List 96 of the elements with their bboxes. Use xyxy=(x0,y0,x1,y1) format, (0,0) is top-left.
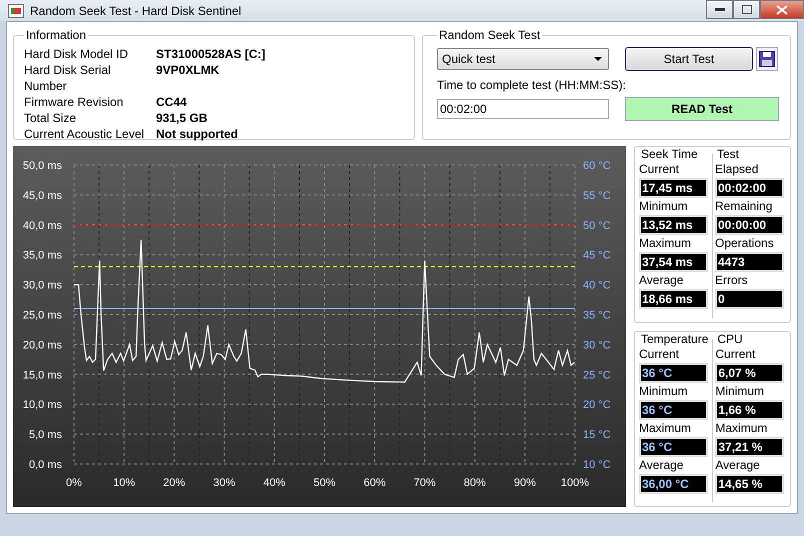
y-axis-label: 15,0 ms xyxy=(22,369,62,382)
temperature-axis-label: 20 °C xyxy=(583,399,611,412)
stat-label: Errors xyxy=(715,272,749,289)
stat-value: 13,52 ms xyxy=(639,215,708,235)
stat-value: 36 °C xyxy=(639,436,708,456)
minimize-button[interactable] xyxy=(706,0,733,19)
group-title: Information xyxy=(25,28,88,42)
y-axis-label: 20,0 ms xyxy=(22,339,62,352)
x-axis-label: 60% xyxy=(364,477,386,489)
stat-label: Minimum xyxy=(715,382,766,400)
y-axis-label: 35,0 ms xyxy=(22,250,62,262)
info-value: ST31000528AS [C:] xyxy=(156,46,266,62)
time-field[interactable]: 00:02:00 xyxy=(437,99,609,119)
temperature-axis-label: 30 °C xyxy=(583,339,611,352)
x-axis-label: 10% xyxy=(113,477,136,489)
x-axis-label: 30% xyxy=(213,477,236,489)
stat-label: Current xyxy=(639,161,680,178)
stat-value: 37,21 % xyxy=(715,436,784,456)
temperature-axis-label: 40 °C xyxy=(583,280,611,292)
stat-label: Maximum xyxy=(639,420,692,436)
info-label: Hard Disk Serial Number xyxy=(24,62,112,94)
stat-label: Average xyxy=(639,272,684,289)
stat-value: 1,66 % xyxy=(715,400,784,420)
stat-value: 00:02:00 xyxy=(715,178,784,198)
stat-label: Operations xyxy=(715,235,775,252)
y-axis-label: 50,0 ms xyxy=(22,160,62,172)
y-axis-label: 5,0 ms xyxy=(28,429,62,442)
maximize-button[interactable] xyxy=(733,0,760,19)
x-axis-label: 80% xyxy=(464,477,486,489)
group-title: Random Seek Test xyxy=(438,28,542,42)
caret-icon xyxy=(594,57,602,61)
stat-value: 17,45 ms xyxy=(639,178,708,198)
stat-label: Average xyxy=(715,456,761,474)
y-axis-label: 40,0 ms xyxy=(22,220,62,232)
temperature-axis-label: 50 °C xyxy=(583,220,611,232)
stat-value: 37,54 ms xyxy=(639,252,708,272)
y-axis-label: 10,0 ms xyxy=(22,399,62,412)
stat-label: Minimum xyxy=(639,382,689,400)
temperature-axis-label: 10 °C xyxy=(583,459,611,471)
maximize-icon xyxy=(742,5,752,14)
minimize-icon xyxy=(714,8,724,12)
info-label: Hard Disk Model ID xyxy=(24,46,130,62)
time-label: Time to complete test (HH:MM:SS): xyxy=(437,77,626,93)
stat-value: 0 xyxy=(715,289,784,309)
stat-label: Remaining xyxy=(715,198,774,215)
read-test-button[interactable]: READ Test xyxy=(625,97,779,121)
group-title: Seek Time xyxy=(640,147,699,161)
window-title: Random Seek Test - Hard Disk Sentinel xyxy=(30,4,242,18)
y-axis-label: 30,0 ms xyxy=(22,280,62,292)
temperature-axis-label: 45 °C xyxy=(583,250,611,262)
x-axis-label: 90% xyxy=(514,477,536,489)
x-axis-label: 40% xyxy=(263,477,286,489)
info-label: Current Acoustic Level xyxy=(24,126,146,142)
info-value: CC44 xyxy=(156,94,188,110)
stat-value: 18,66 ms xyxy=(639,289,708,309)
stat-value: 36 °C xyxy=(639,362,708,382)
info-value: Not supported xyxy=(156,126,239,142)
stat-label: Minimum xyxy=(639,198,689,215)
stat-value: 4473 xyxy=(715,252,784,272)
info-label: Firmware Revision xyxy=(24,94,124,110)
x-axis-label: 0% xyxy=(66,477,82,489)
info-label: Total Size xyxy=(24,110,78,126)
temperature-axis-label: 60 °C xyxy=(583,160,611,172)
x-axis-label: 70% xyxy=(414,477,436,489)
stat-label: Maximum xyxy=(715,420,768,436)
test-type-dropdown[interactable]: Quick test xyxy=(437,48,609,70)
stat-label: Average xyxy=(639,456,684,474)
group-title: Test xyxy=(716,147,740,161)
temperature-axis-label: 55 °C xyxy=(583,190,611,202)
group-title: CPU xyxy=(716,332,744,346)
temperature-axis-label: 15 °C xyxy=(583,429,611,442)
save-button[interactable] xyxy=(756,47,778,71)
temperature-axis-label: 35 °C xyxy=(583,310,611,322)
start-test-button[interactable]: Start Test xyxy=(625,47,753,71)
close-button[interactable] xyxy=(760,0,804,19)
y-axis-label: 45,0 ms xyxy=(22,190,62,202)
app-icon xyxy=(8,4,24,18)
x-axis-label: 100% xyxy=(560,477,590,489)
stat-label: Current xyxy=(639,346,680,362)
info-value: 931,5 GB xyxy=(156,110,208,126)
stat-label: Maximum xyxy=(639,235,692,252)
stat-value: 6,07 % xyxy=(715,362,784,382)
stat-value: 36 °C xyxy=(639,400,708,420)
close-icon xyxy=(776,4,788,14)
x-axis-label: 20% xyxy=(163,477,186,489)
stat-value: 00:00:00 xyxy=(715,215,784,235)
y-axis-label: 0,0 ms xyxy=(28,459,62,471)
info-value: 9VP0XLMK xyxy=(156,62,220,79)
stat-value: 36,00 °C xyxy=(639,474,708,494)
temperature-axis-label: 25 °C xyxy=(583,369,611,382)
group-title: Temperature xyxy=(640,332,710,346)
stat-label: Elapsed xyxy=(715,161,760,178)
y-axis-label: 25,0 ms xyxy=(22,310,62,322)
x-axis-label: 50% xyxy=(313,477,336,489)
stat-value: 14,65 % xyxy=(715,474,784,494)
stat-label: Current xyxy=(715,346,756,362)
